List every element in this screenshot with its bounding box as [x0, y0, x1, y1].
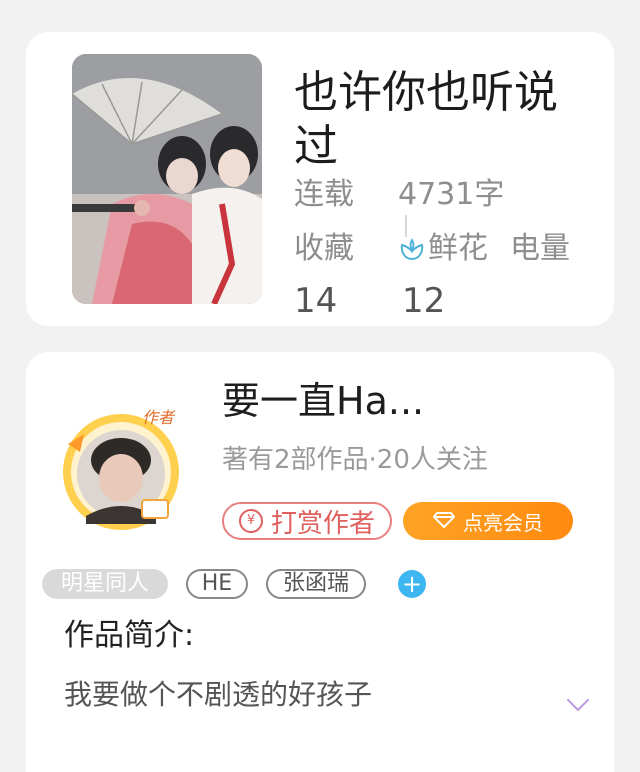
book-info-card: 也许你也听说过 连载 4731字 收藏 鲜花 电量 14 12 — [26, 32, 614, 326]
book-cover-image[interactable] — [72, 54, 262, 304]
favorites-label: 收藏 — [294, 231, 354, 266]
intro-heading: 作品简介: — [64, 618, 195, 653]
diamond-icon — [432, 509, 456, 533]
activate-vip-button[interactable]: 点亮会员 — [403, 502, 573, 540]
word-count: 4731字 — [398, 177, 505, 212]
tag-item[interactable]: 张函瑞 — [266, 569, 366, 599]
serial-status: 连载 — [294, 177, 354, 212]
tag-item[interactable]: 明星同人 — [42, 569, 168, 599]
author-meta: 著有2部作品·20人关注 — [222, 445, 488, 475]
flowers-count: 12 — [402, 281, 446, 321]
yen-icon: ¥ — [238, 509, 263, 533]
vip-label: 点亮会员 — [463, 510, 543, 535]
author-avatar[interactable]: 作者 — [56, 404, 186, 534]
flowers-label: 鲜花 — [428, 231, 488, 266]
add-tag-button[interactable]: + — [398, 570, 426, 598]
book-title: 也许你也听说过 — [294, 67, 558, 172]
power-label: 电量 — [510, 231, 570, 266]
cover-illustration — [72, 54, 262, 304]
flower-icon — [398, 237, 426, 263]
favorites-count: 14 — [294, 281, 338, 321]
author-badge: 作者 — [142, 408, 175, 427]
author-name[interactable]: 要一直Ha... — [222, 378, 424, 424]
reward-label: 打赏作者 — [270, 508, 375, 539]
stat-divider — [405, 215, 407, 237]
reward-author-button[interactable]: ¥ 打赏作者 — [222, 502, 392, 540]
intro-text: 我要做个不剧透的好孩子 — [64, 678, 373, 711]
chevron-down-icon[interactable] — [566, 688, 590, 712]
author-info-card: 作者 要一直Ha... 著有2部作品·20人关注 ¥ 打赏作者 点亮会员 明星同… — [26, 352, 614, 772]
tag-item[interactable]: HE — [186, 569, 248, 599]
